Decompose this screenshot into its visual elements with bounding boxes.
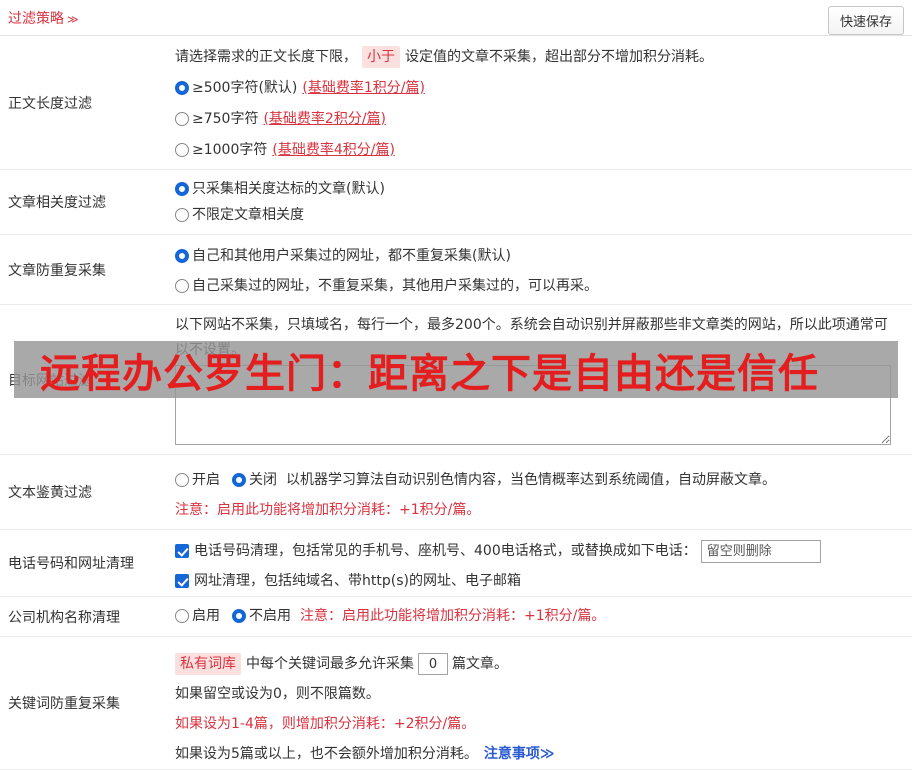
porn-filter-warning: 注意：启用此功能将增加积分消耗：+1积分/篇。 (175, 502, 481, 518)
notes-link[interactable]: 注意事项≫ (484, 746, 555, 762)
porn-filter-options: 开启 关闭 以机器学习算法自动识别色情内容，当色情概率达到系统阈值，自动屏蔽文章。 (175, 465, 902, 495)
option-label: 只采集相关度达标的文章(默认) (192, 181, 385, 197)
row-phone-url-clean: 电话号码和网址清理 电话号码清理，包括常见的手机号、座机号、400电话格式，或替… (0, 530, 912, 597)
option-min-1000: ≥1000字符 (基础费率4积分/篇) (175, 135, 902, 166)
content-length-label: 正文长度过滤 (8, 95, 92, 112)
radio-company-on[interactable] (175, 609, 189, 623)
watermark-text: 远程办公罗生门：距离之下是自由还是信任 (40, 350, 819, 397)
relevance-label: 文章相关度过滤 (8, 195, 106, 211)
company-clean-label: 公司机构名称清理 (8, 609, 120, 626)
intro-pre: 请选择需求的正文长度下限， (175, 49, 357, 65)
rate-note-2: (基础费率2积分/篇) (263, 111, 387, 127)
option-dedup-all-users: 自己和其他用户采集过的网址，都不重复采集(默认) (175, 241, 902, 271)
chevron-collapse-icon: ≫ (67, 12, 79, 26)
option-label: 不限定文章相关度 (192, 207, 304, 223)
porn-filter-label: 文本鉴黄过滤 (8, 485, 92, 501)
company-off-label: 不启用 (249, 608, 291, 624)
private-lexicon-chip: 私有词库 (175, 653, 241, 675)
keyword-dedup-line3: 如果设为1-4篇，则增加积分消耗：+2积分/篇。 (175, 716, 476, 732)
row-porn-filter: 文本鉴黄过滤 开启 关闭 以机器学习算法自动识别色情内容，当色情概率达到系统阈值，自… (0, 455, 912, 530)
option-relevance-any: 不限定文章相关度 (175, 202, 902, 228)
replacement-phone-input[interactable] (700, 539, 821, 563)
option-label: ≥1000字符 (192, 142, 268, 158)
page-header: 过滤策略 ≫ 快速保存 (0, 0, 912, 36)
radio-relevance-strict[interactable] (175, 182, 189, 196)
content-length-intro: 请选择需求的正文长度下限， 小于 设定值的文章不采集，超出部分不增加积分消耗。 (175, 42, 902, 73)
radio-porn-off[interactable] (232, 473, 246, 487)
page-title-text: 过滤策略 (8, 10, 64, 27)
radio-relevance-any[interactable] (175, 208, 189, 222)
option-label: ≥500字符(默认) (192, 80, 298, 96)
porn-filter-desc: 以机器学习算法自动识别色情内容，当色情概率达到系统阈值，自动屏蔽文章。 (286, 472, 776, 488)
porn-on-label: 开启 (192, 472, 220, 488)
radio-min-500[interactable] (175, 81, 189, 95)
option-min-500: ≥500字符(默认) (基础费率1积分/篇) (175, 73, 902, 104)
keyword-dedup-line1: 私有词库中每个关键词最多允许采集 篇文章。 (175, 649, 902, 679)
option-label: ≥750字符 (192, 111, 259, 127)
phone-clean-label: 电话号码清理，包括常见的手机号、座机号、400电话格式，或替换成如下电话： (194, 543, 697, 559)
dedup-label: 文章防重复采集 (8, 262, 106, 279)
keyword-dedup-line4: 如果设为5篇或以上，也不会额外增加积分消耗。 注意事项≫ (175, 739, 902, 769)
max-articles-input[interactable] (418, 653, 448, 675)
watermark-overlay: 远程办公罗生门：距离之下是自由还是信任 (14, 341, 898, 398)
row-company-clean: 公司机构名称清理 启用 不启用 注意：启用此功能将增加积分消耗：+1积分/篇。 (0, 597, 912, 637)
radio-min-750[interactable] (175, 112, 189, 126)
radio-min-1000[interactable] (175, 143, 189, 157)
rate-note-4: (基础费率4积分/篇) (272, 142, 395, 158)
keyword-dedup-line2: 如果留空或设为0，则不限篇数。 (175, 686, 380, 702)
option-min-750: ≥750字符 (基础费率2积分/篇) (175, 104, 902, 135)
option-relevance-strict: 只采集相关度达标的文章(默认) (175, 176, 902, 202)
checkbox-url-clean[interactable] (175, 574, 189, 588)
row-content-length-filter: 正文长度过滤 请选择需求的正文长度下限， 小于 设定值的文章不采集，超出部分不增加积… (0, 36, 912, 170)
option-dedup-self-only: 自己采集过的网址，不重复采集，其他用户采集过的，可以再采。 (175, 271, 902, 301)
keyword-dedup-post: 篇文章。 (452, 656, 508, 672)
radio-dedup-all-users[interactable] (175, 249, 189, 263)
radio-dedup-self-only[interactable] (175, 279, 189, 293)
keyword-dedup-line4-text: 如果设为5篇或以上，也不会额外增加积分消耗。 (175, 746, 478, 762)
porn-off-label: 关闭 (249, 472, 277, 488)
company-on-label: 启用 (192, 608, 220, 624)
keyword-dedup-mid: 中每个关键词最多允许采集 (246, 656, 414, 672)
company-clean-warning: 注意：启用此功能将增加积分消耗：+1积分/篇。 (300, 608, 606, 624)
phone-url-clean-label: 电话号码和网址清理 (8, 556, 134, 572)
less-than-chip: 小于 (362, 46, 400, 68)
filter-strategy-panel: 过滤策略 ≫ 快速保存 正文长度过滤 请选择需求的正文长度下限， 小于 设定值的文章不… (0, 0, 912, 770)
option-label: 自己采集过的网址，不重复采集，其他用户采集过的，可以再采。 (192, 278, 598, 294)
url-clean-label: 网址清理，包括纯域名、带http(s)的网址、电子邮箱 (194, 573, 521, 589)
url-clean-line: 网址清理，包括纯域名、带http(s)的网址、电子邮箱 (175, 566, 902, 596)
phone-clean-line: 电话号码清理，包括常见的手机号、座机号、400电话格式，或替换成如下电话： (175, 536, 902, 566)
radio-porn-on[interactable] (175, 473, 189, 487)
company-clean-options: 启用 不启用 注意：启用此功能将增加积分消耗：+1积分/篇。 (175, 601, 902, 631)
radio-company-off[interactable] (232, 609, 246, 623)
row-keyword-dedup: 关键词防重复采集 私有词库中每个关键词最多允许采集 篇文章。 如果留空或设为0，则… (0, 637, 912, 770)
quick-save-button[interactable]: 快速保存 (827, 6, 904, 35)
option-label: 自己和其他用户采集过的网址，都不重复采集(默认) (192, 248, 511, 264)
rate-note-1: (基础费率1积分/篇) (302, 80, 425, 96)
checkbox-phone-clean[interactable] (175, 544, 189, 558)
keyword-dedup-label: 关键词防重复采集 (8, 696, 120, 712)
row-dedup-collect: 文章防重复采集 自己和其他用户采集过的网址，都不重复采集(默认) 自己采集过的网… (0, 235, 912, 305)
row-relevance-filter: 文章相关度过滤 只采集相关度达标的文章(默认) 不限定文章相关度 (0, 170, 912, 235)
intro-post: 设定值的文章不采集，超出部分不增加积分消耗。 (405, 49, 713, 65)
page-title[interactable]: 过滤策略 ≫ (8, 8, 79, 28)
